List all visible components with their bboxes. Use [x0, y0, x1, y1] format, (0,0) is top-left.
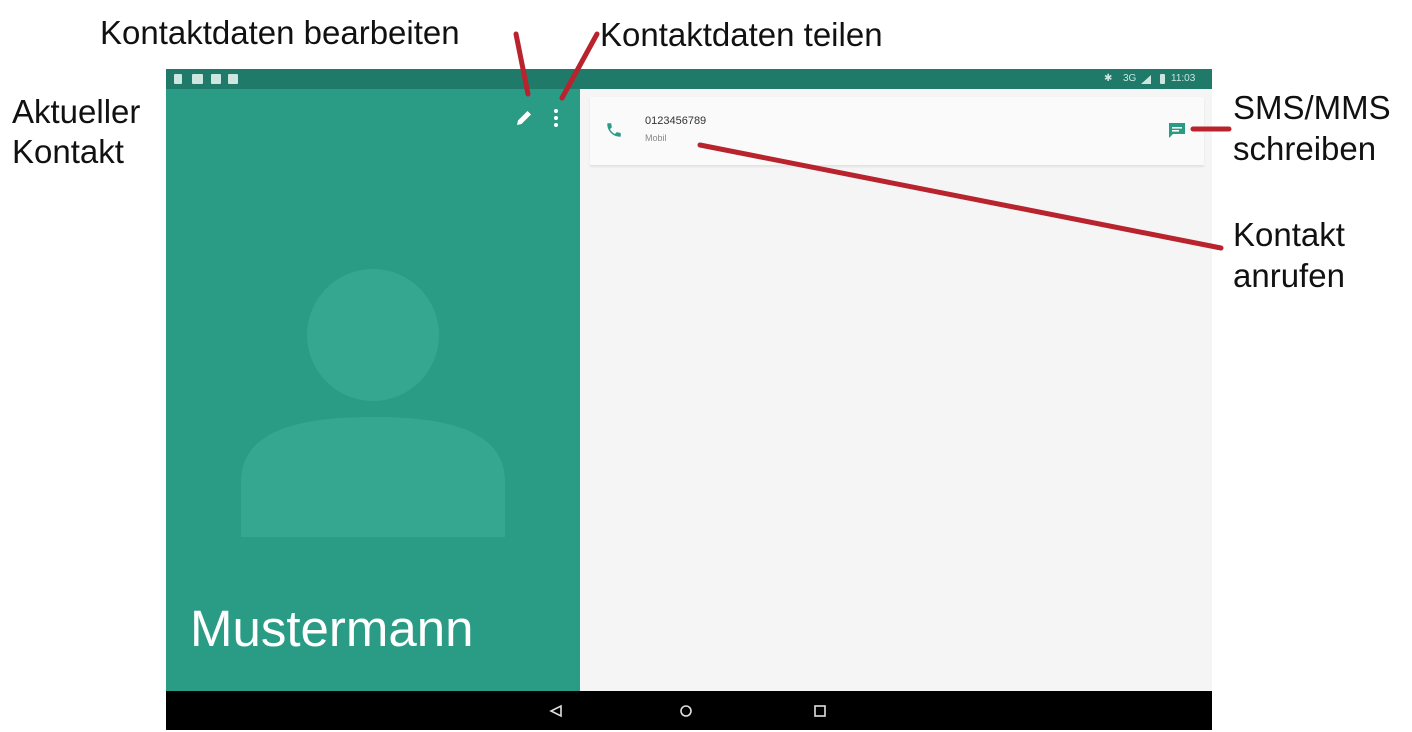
share-callout-line [559, 31, 600, 101]
edit-callout-line [513, 31, 531, 97]
callout-lines [513, 31, 1232, 251]
call-callout-line [697, 142, 1224, 251]
